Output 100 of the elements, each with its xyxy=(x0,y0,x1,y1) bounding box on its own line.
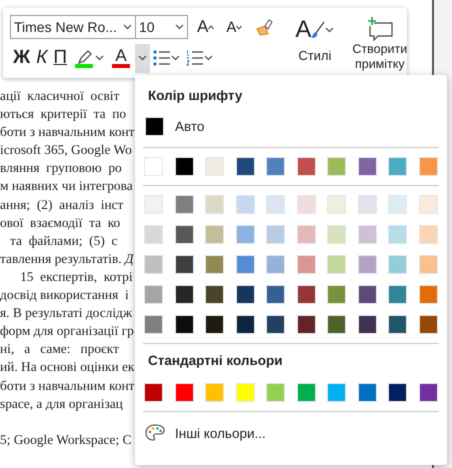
color-swatch[interactable] xyxy=(358,315,377,334)
color-swatch[interactable] xyxy=(236,157,255,176)
color-swatch[interactable] xyxy=(174,225,194,244)
font-color-button[interactable]: A xyxy=(107,45,136,71)
color-swatch[interactable] xyxy=(358,383,377,402)
color-swatch[interactable] xyxy=(144,315,163,334)
color-swatch[interactable] xyxy=(144,225,163,244)
document-text-line: 15 експертів, котрі xyxy=(19,268,133,286)
document-text-line: вляння груповою ро xyxy=(0,159,122,178)
font-name-dropdown[interactable]: Times New Ro... xyxy=(10,15,136,39)
color-swatch[interactable] xyxy=(144,383,163,402)
color-swatch[interactable] xyxy=(327,157,346,176)
color-swatch[interactable] xyxy=(327,315,346,334)
document-text-line: форм для організації гр xyxy=(0,322,134,340)
color-swatch[interactable] xyxy=(266,225,286,244)
color-swatch[interactable] xyxy=(236,255,255,274)
automatic-color-option[interactable]: Авто xyxy=(143,114,439,138)
document-text-line: ання; (2) аналіз інст xyxy=(0,196,124,214)
color-swatch[interactable] xyxy=(296,285,316,304)
color-swatch[interactable] xyxy=(144,285,163,304)
document-text-line: ової взаємодії та ко xyxy=(0,214,120,232)
document-text-line: боти з навчальним конт xyxy=(0,376,135,394)
numbered-list-icon xyxy=(186,50,204,66)
color-swatch[interactable] xyxy=(205,315,224,334)
color-swatch[interactable] xyxy=(418,315,438,334)
italic-button[interactable]: К xyxy=(33,45,50,71)
font-size-dropdown[interactable]: 10 xyxy=(136,15,188,39)
color-swatch[interactable] xyxy=(174,285,194,304)
color-swatch[interactable] xyxy=(174,383,194,402)
color-swatch[interactable] xyxy=(327,225,346,244)
color-swatch[interactable] xyxy=(296,225,316,244)
color-swatch[interactable] xyxy=(388,315,408,334)
color-swatch[interactable] xyxy=(358,285,377,304)
color-swatch[interactable] xyxy=(266,285,286,304)
color-swatch[interactable] xyxy=(327,255,346,274)
shrink-font-button[interactable]: A xyxy=(223,14,246,40)
color-swatch[interactable] xyxy=(205,383,224,402)
color-swatch[interactable] xyxy=(327,195,346,214)
paintbrush-icon xyxy=(254,17,274,37)
caret-down-icon xyxy=(236,24,242,30)
color-swatch[interactable] xyxy=(418,195,438,214)
color-swatch[interactable] xyxy=(388,255,408,274)
new-comment-button[interactable]: Створити примітку xyxy=(352,14,408,78)
highlighter-icon xyxy=(75,48,94,64)
color-swatch[interactable] xyxy=(388,195,408,214)
more-colors-option[interactable]: Інші кольори... xyxy=(143,421,268,445)
color-swatch[interactable] xyxy=(418,285,438,304)
color-swatch[interactable] xyxy=(236,225,255,244)
color-swatch[interactable] xyxy=(358,157,377,176)
document-text-line: ий. На основі оцінки ек xyxy=(0,358,134,376)
color-swatch[interactable] xyxy=(418,157,438,176)
color-swatch[interactable] xyxy=(388,157,408,176)
color-swatch[interactable] xyxy=(144,195,163,214)
grow-font-button[interactable]: A xyxy=(194,14,218,40)
color-swatch[interactable] xyxy=(205,285,224,304)
color-swatch[interactable] xyxy=(205,195,224,214)
color-swatch[interactable] xyxy=(296,157,316,176)
document-text-line: ні, а саме: проєкт xyxy=(0,340,119,358)
color-swatch[interactable] xyxy=(236,285,255,304)
font-color-dropdown-button[interactable] xyxy=(135,44,150,72)
color-swatch[interactable] xyxy=(174,157,194,176)
color-swatch[interactable] xyxy=(296,195,316,214)
color-swatch[interactable] xyxy=(266,255,286,274)
color-swatch[interactable] xyxy=(174,195,194,214)
chevron-icon xyxy=(95,55,104,61)
chevron-icon xyxy=(123,24,132,30)
color-swatch[interactable] xyxy=(266,195,286,214)
color-swatch[interactable] xyxy=(236,195,255,214)
color-swatch[interactable] xyxy=(418,383,438,402)
color-swatch[interactable] xyxy=(205,255,224,274)
document-text-line: 5; Google Workspace; С xyxy=(0,430,132,449)
bold-button[interactable]: Ж xyxy=(10,45,34,71)
color-swatch[interactable] xyxy=(388,285,408,304)
color-swatch[interactable] xyxy=(418,225,438,244)
color-swatch[interactable] xyxy=(266,157,286,176)
color-swatch[interactable] xyxy=(236,383,255,402)
color-swatch[interactable] xyxy=(327,383,346,402)
styles-button[interactable]: A Стилі xyxy=(293,14,336,78)
color-swatch[interactable] xyxy=(296,383,316,402)
document-text-line: ації класичної освіт xyxy=(0,87,120,105)
color-swatch[interactable] xyxy=(327,285,346,304)
color-swatch[interactable] xyxy=(296,255,316,274)
color-swatch[interactable] xyxy=(144,157,163,176)
color-swatch[interactable] xyxy=(205,225,224,244)
color-swatch[interactable] xyxy=(174,255,194,274)
color-swatch[interactable] xyxy=(266,383,286,402)
color-swatch[interactable] xyxy=(266,315,286,334)
color-swatch[interactable] xyxy=(388,225,408,244)
underline-button[interactable]: П xyxy=(50,45,70,71)
color-swatch[interactable] xyxy=(388,383,408,402)
color-swatch[interactable] xyxy=(296,315,316,334)
color-swatch[interactable] xyxy=(358,195,377,214)
color-swatch[interactable] xyxy=(205,157,224,176)
color-swatch[interactable] xyxy=(418,255,438,274)
chevron-icon xyxy=(171,55,180,61)
color-swatch[interactable] xyxy=(144,255,163,274)
color-swatch[interactable] xyxy=(174,315,194,334)
color-swatch[interactable] xyxy=(358,255,377,274)
color-swatch[interactable] xyxy=(358,225,377,244)
color-swatch[interactable] xyxy=(236,315,255,334)
